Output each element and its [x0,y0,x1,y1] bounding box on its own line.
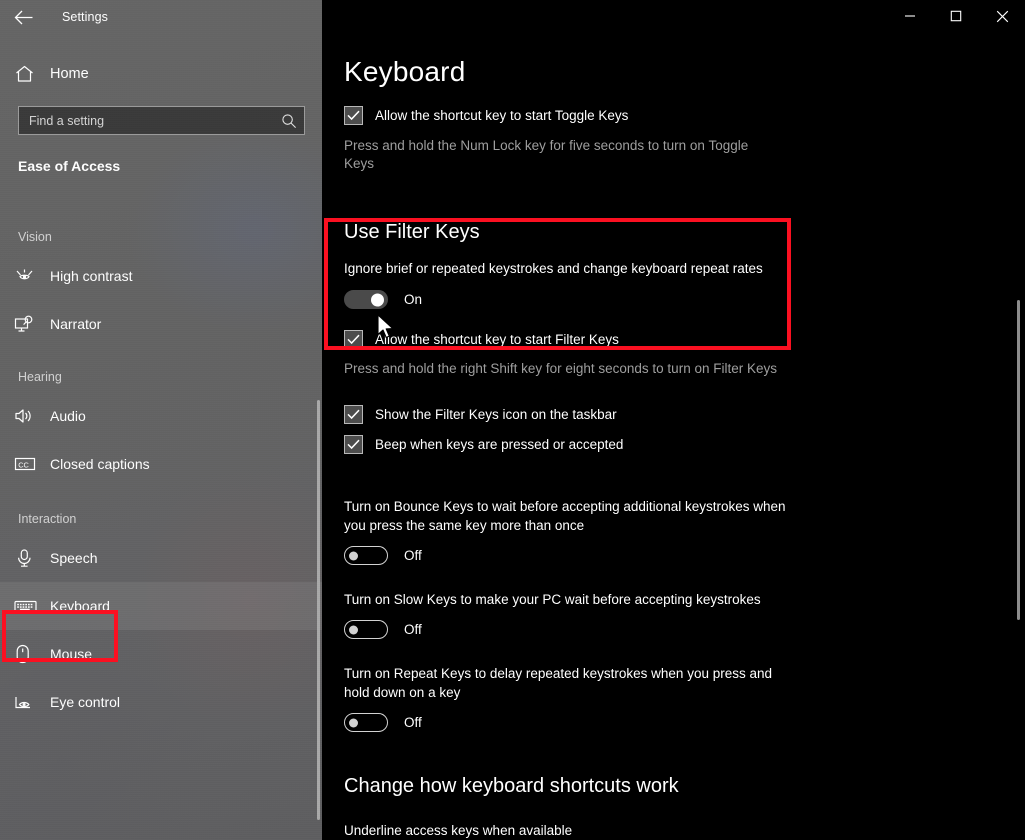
repeat-keys-toggle-row[interactable]: Off [344,713,964,732]
filter-keys-shortcut-description: Press and hold the right Shift key for e… [344,361,777,376]
checkmark-icon [347,334,360,345]
bounce-keys-toggle-knob [349,551,358,560]
slow-keys-toggle-state: Off [404,622,422,637]
sidebar-group-hearing: Hearing [18,370,62,384]
filter-keys-toggle-state: On [404,292,423,307]
sidebar-item-high-contrast[interactable]: High contrast [0,252,322,300]
filter-keys-taskbar-checkbox[interactable] [344,405,363,424]
filter-keys-shortcut-row[interactable]: Allow the shortcut key to start Filter K… [344,330,964,349]
maximize-button[interactable] [933,0,979,32]
page-title: Keyboard [344,56,466,87]
sidebar-item-narrator[interactable]: Narrator [0,300,322,348]
high-contrast-icon [14,267,48,285]
repeat-keys-toggle-knob [349,718,358,727]
slow-keys-toggle-knob [349,625,358,634]
filter-keys-taskbar-row[interactable]: Show the Filter Keys icon on the taskbar [344,405,964,424]
filter-keys-toggle[interactable] [344,290,388,309]
main-content-pane: Keyboard Allow the shortcut key to start… [322,0,1025,840]
search-icon[interactable] [274,113,304,129]
checkmark-icon [347,110,360,121]
sidebar-item-mouse[interactable]: Mouse [0,630,322,678]
shortcuts-section-title: Change how keyboard shortcuts work [344,775,679,797]
toggle-keys-shortcut-label: Allow the shortcut key to start Toggle K… [375,108,629,123]
sidebar-item-mouse-label: Mouse [50,646,93,662]
back-arrow-icon [14,10,33,25]
sidebar-item-keyboard[interactable]: Keyboard [0,582,322,630]
filter-keys-toggle-row[interactable]: On [344,290,964,309]
filter-keys-toggle-knob [371,293,384,306]
filter-keys-beep-label: Beep when keys are pressed or accepted [375,437,624,452]
slow-keys-toggle-row[interactable]: Off [344,620,964,639]
settings-window: Settings Home Ease of Access Vision [0,0,1025,840]
sidebar-titlebar: Settings [0,0,322,34]
sidebar-item-eye-control-label: Eye control [50,694,121,710]
sidebar-nav: Vision High contrast Narrator Hearing Au… [0,222,322,726]
microphone-icon [14,548,48,568]
keyboard-icon [14,599,48,614]
toggle-keys-shortcut-row[interactable]: Allow the shortcut key to start Toggle K… [344,106,964,125]
eye-control-icon [14,694,48,711]
sidebar-item-keyboard-label: Keyboard [50,598,110,614]
minimize-button[interactable] [887,0,933,32]
filter-keys-beep-checkbox[interactable] [344,435,363,454]
close-button[interactable] [979,0,1025,32]
filter-keys-description: Ignore brief or repeated keystrokes and … [344,261,763,276]
bounce-keys-toggle-state: Off [404,548,422,563]
mouse-icon [14,644,48,664]
main-scrollbar[interactable] [1017,300,1020,620]
sidebar-item-audio[interactable]: Audio [0,392,322,440]
filter-keys-shortcut-checkbox[interactable] [344,330,363,349]
checkmark-icon [347,409,360,420]
filter-keys-taskbar-label: Show the Filter Keys icon on the taskbar [375,407,617,422]
sidebar-item-home-label: Home [50,66,89,82]
settings-list: Allow the shortcut key to start Toggle K… [344,106,964,840]
sidebar-item-speech-label: Speech [50,550,98,566]
sidebar-item-narrator-label: Narrator [50,316,102,332]
filter-keys-section-title: Use Filter Keys [344,221,480,243]
narrator-icon [14,315,48,334]
sidebar-group-interaction: Interaction [18,512,77,526]
slow-keys-description: Turn on Slow Keys to make your PC wait b… [344,592,761,607]
sidebar-item-speech[interactable]: Speech [0,534,322,582]
bounce-keys-toggle-row[interactable]: Off [344,546,964,565]
toggle-keys-description: Press and hold the Num Lock key for five… [344,138,749,171]
search-input[interactable] [19,113,274,128]
sidebar-group-vision: Vision [18,230,52,244]
home-icon [0,65,48,83]
closed-captions-icon: CC [14,456,48,472]
audio-speaker-icon [14,407,48,425]
search-box[interactable] [18,106,305,135]
sidebar-scrollbar[interactable] [317,400,320,820]
repeat-keys-description: Turn on Repeat Keys to delay repeated ke… [344,666,772,700]
repeat-keys-toggle[interactable] [344,713,388,732]
slow-keys-toggle[interactable] [344,620,388,639]
sidebar-item-audio-label: Audio [50,408,86,424]
toggle-keys-shortcut-checkbox[interactable] [344,106,363,125]
bounce-keys-toggle[interactable] [344,546,388,565]
sidebar-item-high-contrast-label: High contrast [50,268,133,284]
window-controls [887,0,1025,32]
repeat-keys-toggle-state: Off [404,715,422,730]
sidebar-item-home[interactable]: Home [0,58,322,90]
sidebar-item-closed-captions-label: Closed captions [50,456,150,472]
underline-access-keys-label: Underline access keys when available [344,823,573,838]
app-title: Settings [62,10,108,24]
checkmark-icon [347,439,360,450]
bounce-keys-description: Turn on Bounce Keys to wait before accep… [344,499,786,533]
filter-keys-beep-row[interactable]: Beep when keys are pressed or accepted [344,435,964,454]
sidebar-item-closed-captions[interactable]: CC Closed captions [0,440,322,488]
svg-text:CC: CC [18,460,29,469]
back-button[interactable] [0,1,46,33]
settings-sidebar: Settings Home Ease of Access Vision [0,0,322,840]
filter-keys-shortcut-label: Allow the shortcut key to start Filter K… [375,332,619,347]
sidebar-item-eye-control[interactable]: Eye control [0,678,322,726]
sidebar-category-title: Ease of Access [18,158,121,174]
